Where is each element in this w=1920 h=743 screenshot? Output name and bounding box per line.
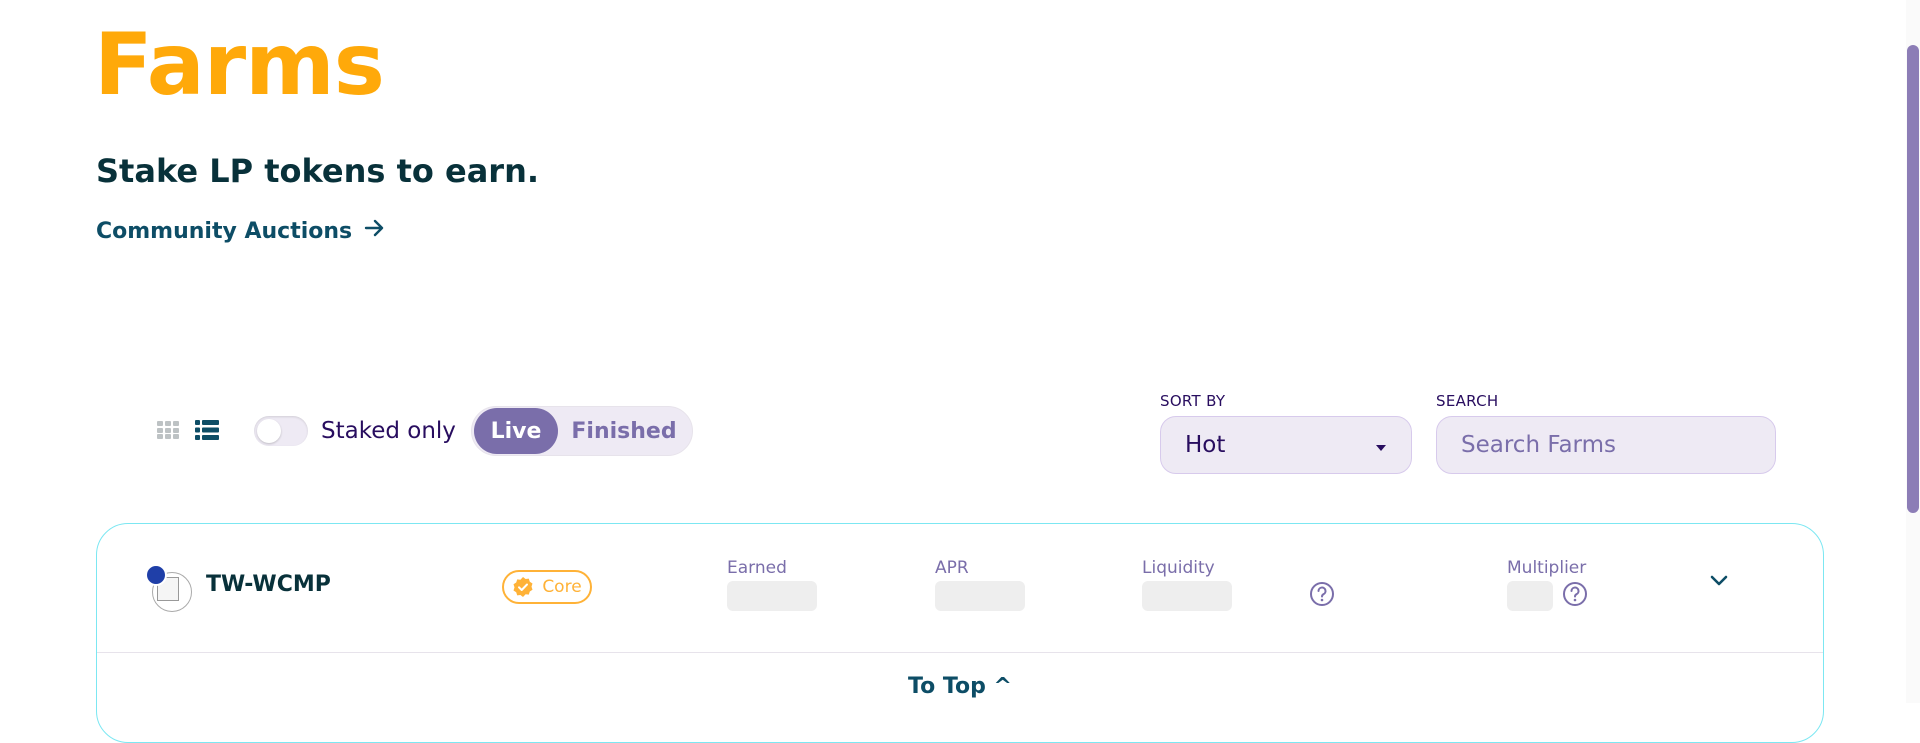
community-auctions-link[interactable]: Community Auctions (96, 216, 386, 246)
sort-by-label: SORT BY (1160, 392, 1226, 410)
table-row[interactable]: TW-WCMP Core Earned APR Liquidity Multip… (97, 524, 1823, 653)
chevron-down-icon[interactable] (1709, 574, 1729, 588)
verified-icon (512, 576, 534, 598)
multiplier-help-icon[interactable] (1562, 581, 1588, 607)
staked-only-label: Staked only (321, 418, 456, 444)
tab-live[interactable]: Live (474, 408, 558, 454)
farm-name: TW-WCMP (206, 572, 331, 597)
arrow-right-icon (362, 216, 386, 246)
multiplier-skeleton (1507, 581, 1553, 611)
search-label: SEARCH (1436, 392, 1499, 410)
multiplier-label: Multiplier (1507, 558, 1587, 578)
earned-skeleton (727, 581, 817, 611)
core-badge: Core (502, 570, 592, 604)
token-pair-icon (145, 564, 193, 612)
list-view-icon[interactable] (195, 420, 219, 440)
sort-selected-value: Hot (1185, 432, 1226, 458)
scrollbar-thumb[interactable] (1907, 45, 1919, 513)
token-icon (145, 564, 167, 586)
to-top-button[interactable]: To Top ^ (97, 674, 1823, 699)
community-auctions-label: Community Auctions (96, 218, 353, 244)
page-subtitle: Stake LP tokens to earn. (96, 152, 539, 190)
live-finished-tabs: Live Finished (471, 406, 693, 456)
liquidity-skeleton (1142, 581, 1232, 611)
caret-down-icon (1375, 432, 1387, 458)
sort-by-select[interactable]: Hot (1160, 416, 1412, 474)
earned-label: Earned (727, 558, 787, 578)
toggle-knob (257, 419, 281, 443)
core-badge-label: Core (542, 577, 582, 597)
tab-finished[interactable]: Finished (558, 408, 690, 454)
apr-skeleton (935, 581, 1025, 611)
staked-only-toggle[interactable] (254, 416, 308, 446)
apr-label: APR (935, 558, 969, 578)
page-title: Farms (94, 15, 385, 115)
farm-table: TW-WCMP Core Earned APR Liquidity Multip… (96, 523, 1824, 743)
grid-view-icon[interactable] (157, 421, 179, 439)
view-mode-toggle (157, 420, 219, 440)
liquidity-label: Liquidity (1142, 558, 1215, 578)
search-input[interactable] (1436, 416, 1776, 474)
scrollbar[interactable] (1906, 0, 1920, 703)
liquidity-help-icon[interactable] (1309, 581, 1335, 607)
